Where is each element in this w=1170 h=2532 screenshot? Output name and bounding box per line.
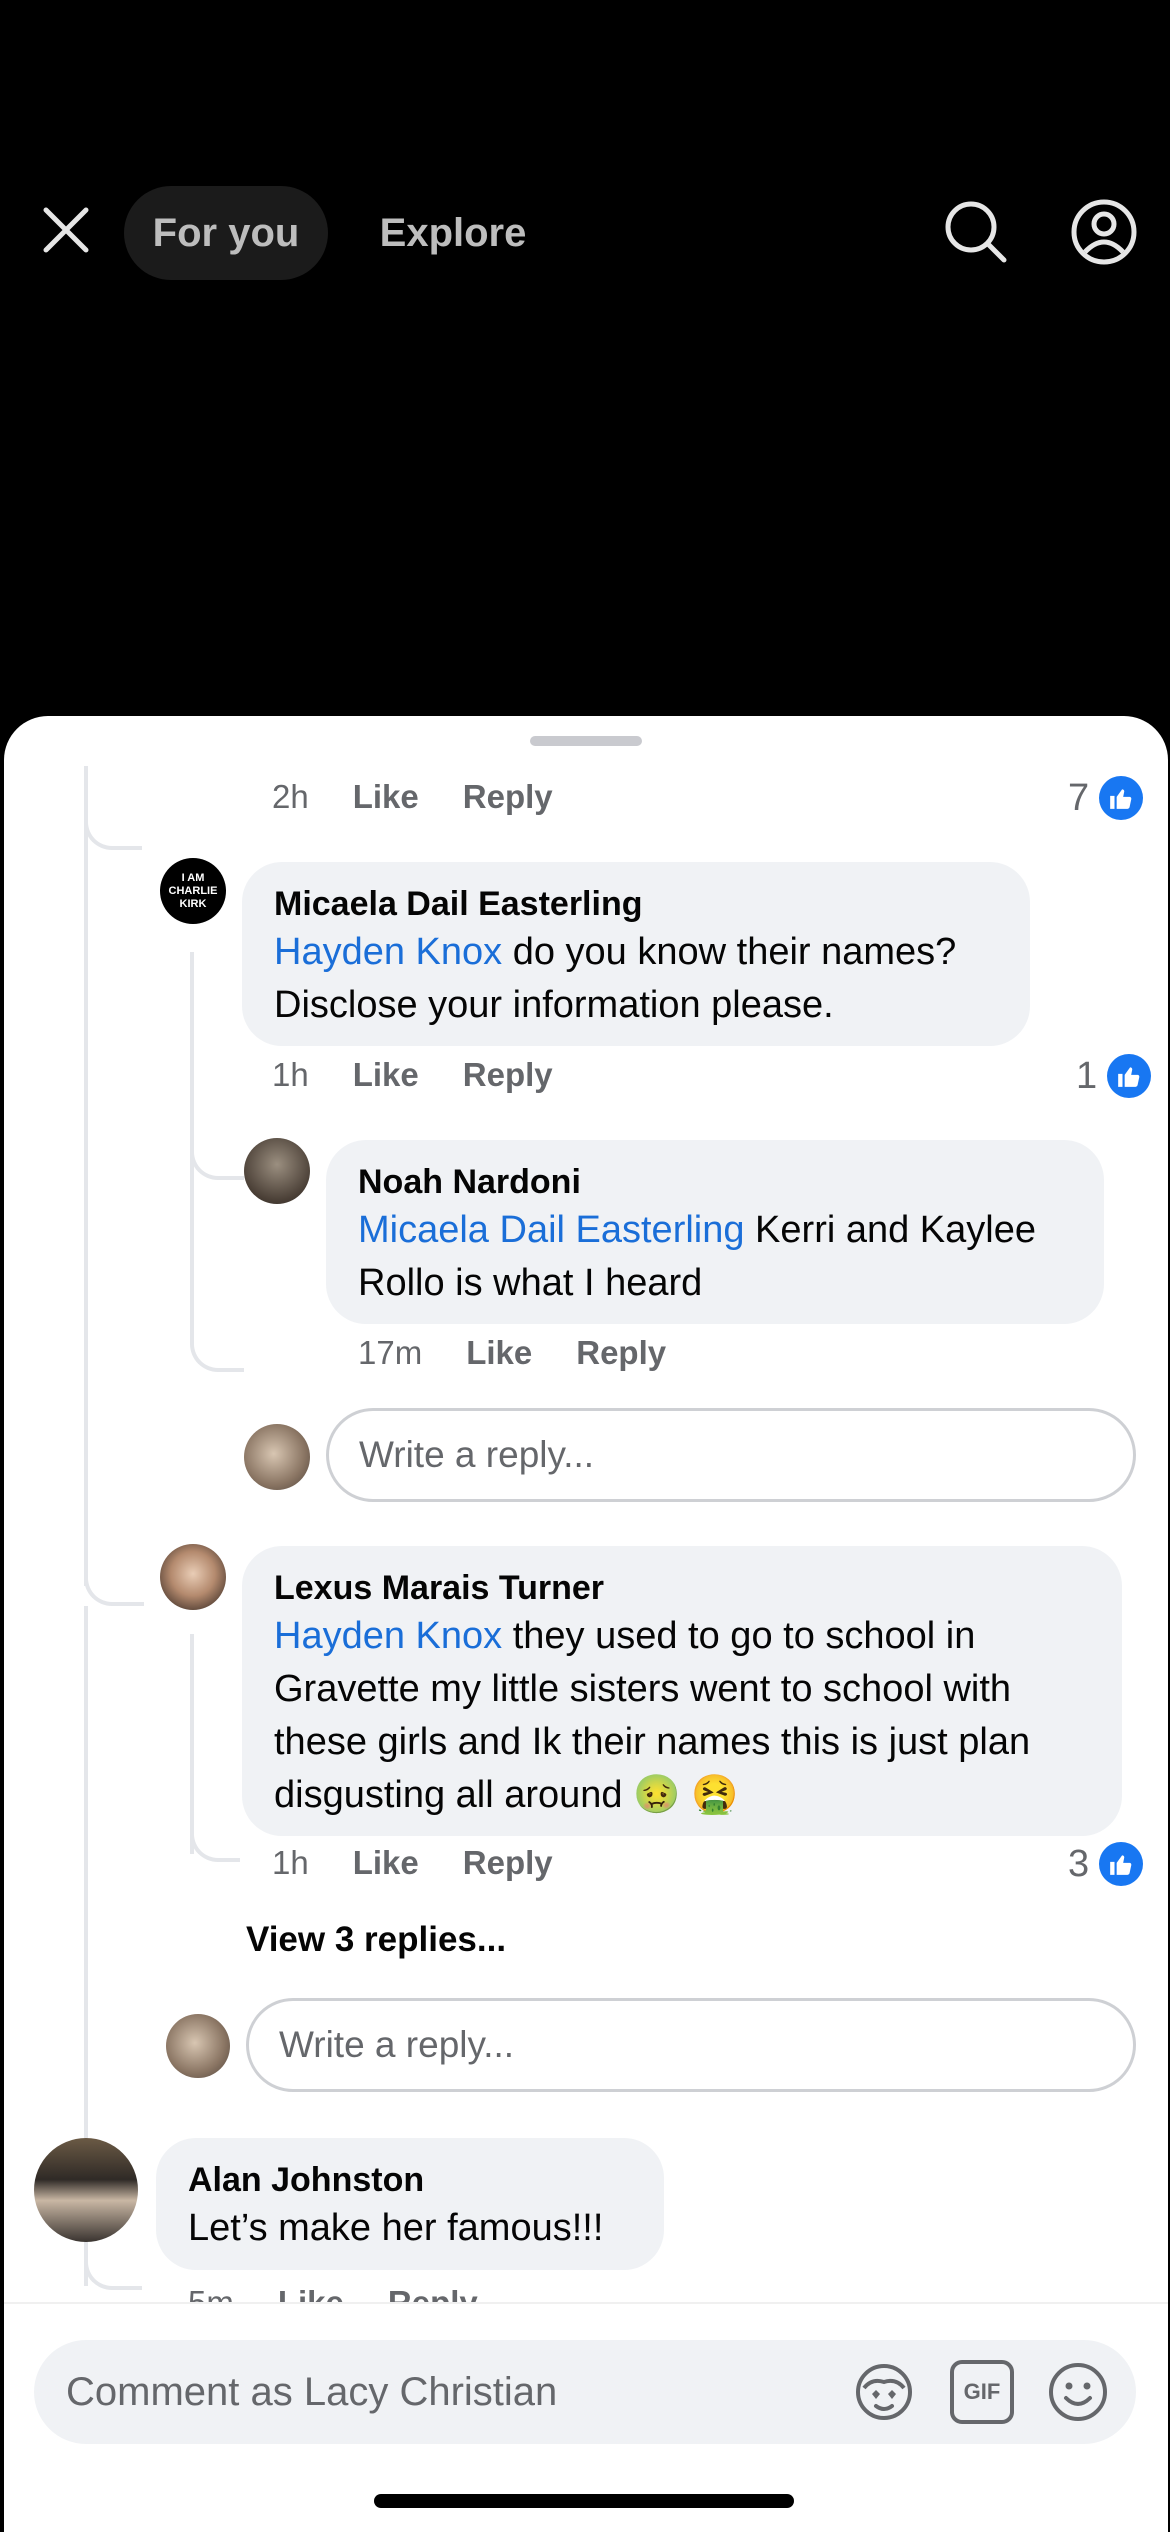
home-indicator[interactable] xyxy=(374,2494,794,2508)
avatar-sticker-icon[interactable] xyxy=(852,2360,916,2424)
mention-link[interactable]: Hayden Knox xyxy=(274,931,502,973)
comment-meta: 1h Like Reply xyxy=(272,1844,597,1882)
reply-button[interactable]: Reply xyxy=(463,778,553,816)
comment-bubble[interactable]: Lexus Marais Turner Hayden Knox they use… xyxy=(242,1546,1122,1836)
comment-text: Hayden Knox do you know their names? Dis… xyxy=(274,931,957,1026)
like-count[interactable]: 3 xyxy=(1068,1842,1144,1886)
comment-placeholder: Comment as Lacy Christian xyxy=(66,2369,558,2414)
thread-line-main xyxy=(84,766,88,1586)
comment-bubble[interactable]: Noah Nardoni Micaela Dail Easterling Ker… xyxy=(326,1140,1104,1324)
reply-input[interactable]: Write a reply... xyxy=(246,1998,1136,2092)
like-button[interactable]: Like xyxy=(353,1844,419,1882)
like-count[interactable]: 1 xyxy=(1076,1054,1152,1098)
comment-author[interactable]: Noah Nardoni xyxy=(358,1160,1072,1204)
my-avatar xyxy=(166,2014,230,2078)
comment-text: Let’s make her famous!!! xyxy=(188,2207,604,2249)
comment-text: Hayden Knox they used to go to school in… xyxy=(274,1615,1031,1816)
tab-for-you[interactable]: For you xyxy=(124,186,328,280)
comment-meta: 2h Like Reply xyxy=(272,778,597,816)
mention-link[interactable]: Micaela Dail Easterling xyxy=(358,1209,745,1251)
mention-link[interactable]: Hayden Knox xyxy=(274,1615,502,1657)
thread-curve xyxy=(84,1566,144,1606)
thread-curve xyxy=(190,1136,244,1180)
comment-input[interactable]: Comment as Lacy Christian GIF xyxy=(34,2340,1136,2444)
like-count-value: 3 xyxy=(1068,1842,1090,1885)
search-icon[interactable] xyxy=(942,198,1010,266)
timestamp: 2h xyxy=(272,778,309,815)
reply-placeholder: Write a reply... xyxy=(279,2024,515,2065)
thread-curve xyxy=(190,1176,244,1372)
reply-button[interactable]: Reply xyxy=(463,1056,553,1094)
comment-author[interactable]: Micaela Dail Easterling xyxy=(274,882,998,926)
like-button[interactable]: Like xyxy=(466,1334,532,1372)
comment-text: Micaela Dail Easterling Kerri and Kaylee… xyxy=(358,1209,1036,1304)
timestamp: 1h xyxy=(272,1844,309,1881)
comments-sheet: 2h Like Reply 7 I AM CHARLIE KIRK Micael… xyxy=(4,716,1168,2532)
comment-author[interactable]: Lexus Marais Turner xyxy=(274,1566,1090,1610)
gif-icon[interactable]: GIF xyxy=(950,2360,1014,2424)
thread-curve xyxy=(84,766,142,850)
like-button[interactable]: Like xyxy=(353,1056,419,1094)
thumbs-up-icon xyxy=(1099,776,1144,820)
comment-bubble[interactable]: Micaela Dail Easterling Hayden Knox do y… xyxy=(242,862,1030,1046)
timestamp: 1h xyxy=(272,1056,309,1093)
reply-placeholder: Write a reply... xyxy=(359,1434,595,1475)
avatar[interactable] xyxy=(244,1138,310,1204)
profile-icon[interactable] xyxy=(1070,198,1138,266)
reply-button[interactable]: Reply xyxy=(463,1844,553,1882)
like-count-value: 1 xyxy=(1076,1054,1098,1097)
view-replies-link[interactable]: View 3 replies... xyxy=(246,1920,506,1960)
avatar[interactable] xyxy=(160,1544,226,1610)
my-avatar xyxy=(244,1424,310,1490)
timestamp: 17m xyxy=(358,1334,423,1371)
avatar-text: I AM CHARLIE KIRK xyxy=(168,871,218,910)
comment-author[interactable]: Alan Johnston xyxy=(188,2158,632,2202)
tab-explore[interactable]: Explore xyxy=(368,186,538,280)
like-count[interactable]: 7 xyxy=(1068,776,1144,820)
sheet-grabber[interactable] xyxy=(530,736,642,746)
emoji-icon[interactable] xyxy=(1046,2360,1110,2424)
avatar[interactable]: I AM CHARLIE KIRK xyxy=(160,858,226,924)
reply-input[interactable]: Write a reply... xyxy=(326,1408,1136,1502)
avatar[interactable] xyxy=(34,2138,138,2242)
close-icon[interactable] xyxy=(36,200,96,260)
comment-bubble[interactable]: Alan Johnston Let’s make her famous!!! xyxy=(156,2138,664,2270)
thread-curve xyxy=(190,1806,240,1862)
like-button[interactable]: Like xyxy=(353,778,419,816)
thumbs-up-icon xyxy=(1107,1054,1152,1098)
like-count-value: 7 xyxy=(1068,776,1090,819)
reply-button[interactable]: Reply xyxy=(576,1334,666,1372)
comment-meta: 17m Like Reply xyxy=(358,1334,710,1372)
top-bar: For you Explore xyxy=(0,0,1170,716)
thumbs-up-icon xyxy=(1099,1842,1144,1886)
comment-meta: 1h Like Reply xyxy=(272,1056,597,1094)
